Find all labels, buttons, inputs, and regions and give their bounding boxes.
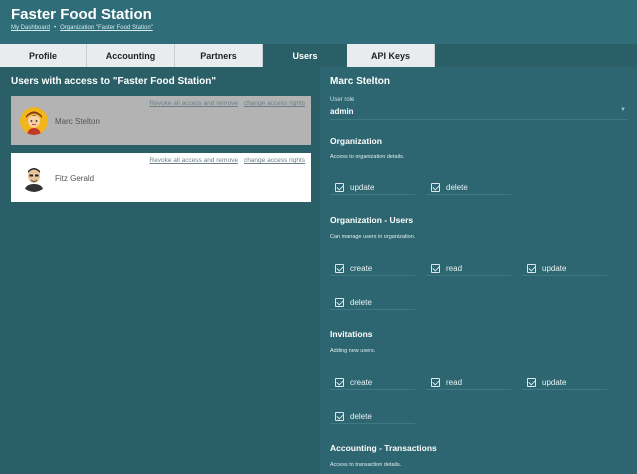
section-title: Organization bbox=[330, 136, 382, 146]
users-panel-heading: Users with access to "Faster Food Statio… bbox=[11, 76, 217, 87]
user-name: Fitz Gerald bbox=[55, 174, 95, 183]
permission-checkbox[interactable]: update bbox=[522, 375, 607, 390]
permission-checkbox[interactable]: create bbox=[330, 261, 415, 276]
permission-label: create bbox=[350, 263, 373, 273]
tab-users[interactable]: Users bbox=[263, 44, 347, 67]
checkbox-checked-icon bbox=[335, 377, 344, 387]
checkbox-checked-icon bbox=[335, 182, 344, 192]
permission-label: update bbox=[542, 263, 567, 273]
tab-bar: Profile Accounting Partners Users API Ke… bbox=[0, 44, 637, 67]
breadcrumb: My Dashboard • Organization "Faster Food S… bbox=[11, 25, 153, 31]
user-detail-panel: Marc Stelton User role admin ▼ Organizat… bbox=[320, 67, 637, 474]
permission-checkbox[interactable]: read bbox=[426, 261, 511, 276]
permission-checkbox[interactable]: delete bbox=[330, 295, 415, 310]
breadcrumb-dashboard-link[interactable]: My Dashboard bbox=[11, 25, 50, 31]
revoke-access-link[interactable]: Revoke all access and remove bbox=[149, 100, 238, 107]
section-title: Accounting - Transactions bbox=[330, 443, 437, 453]
user-card-links: Revoke all access and remove change acces… bbox=[143, 157, 305, 164]
section-title: Invitations bbox=[330, 329, 373, 339]
tab-profile[interactable]: Profile bbox=[0, 44, 87, 67]
section-description: Access to transaction details. bbox=[330, 462, 402, 468]
role-label: User role bbox=[330, 97, 355, 103]
revoke-access-link[interactable]: Revoke all access and remove bbox=[149, 157, 238, 164]
permission-label: delete bbox=[350, 411, 372, 421]
permission-label: read bbox=[446, 377, 463, 387]
section-description: Access to organization details. bbox=[330, 154, 405, 160]
breadcrumb-organization-link[interactable]: Organization "Faster Food Station" bbox=[60, 25, 153, 31]
role-value: admin bbox=[330, 107, 354, 116]
permission-label: update bbox=[350, 182, 375, 192]
permission-label: delete bbox=[350, 297, 372, 307]
checkbox-checked-icon bbox=[431, 182, 440, 192]
user-card-marc-stelton[interactable]: Revoke all access and remove change acces… bbox=[11, 96, 311, 145]
tab-accounting[interactable]: Accounting bbox=[87, 44, 175, 67]
checkbox-checked-icon bbox=[335, 297, 344, 307]
permission-label: read bbox=[446, 263, 463, 273]
app-header: Faster Food Station My Dashboard • Organiz… bbox=[0, 0, 637, 44]
users-panel: Users with access to "Faster Food Statio… bbox=[0, 67, 320, 474]
app-title: Faster Food Station bbox=[11, 6, 152, 23]
chevron-down-icon: ▼ bbox=[620, 107, 626, 113]
checkbox-checked-icon bbox=[527, 263, 536, 273]
checkbox-checked-icon bbox=[431, 263, 440, 273]
checkbox-checked-icon bbox=[527, 377, 536, 387]
permission-checkbox[interactable]: delete bbox=[426, 180, 511, 195]
change-access-rights-link[interactable]: change access rights bbox=[244, 157, 305, 164]
permission-label: create bbox=[350, 377, 373, 387]
detail-user-name: Marc Stelton bbox=[330, 76, 391, 87]
permission-label: delete bbox=[446, 182, 468, 192]
section-description: Adding new users. bbox=[330, 348, 376, 354]
tab-api-keys[interactable]: API Keys bbox=[347, 44, 435, 67]
user-card-links: Revoke all access and remove change acces… bbox=[143, 100, 305, 107]
checkbox-checked-icon bbox=[431, 377, 440, 387]
checkbox-checked-icon bbox=[335, 263, 344, 273]
change-access-rights-link[interactable]: change access rights bbox=[244, 100, 305, 107]
permission-checkbox[interactable]: update bbox=[330, 180, 415, 195]
role-select[interactable]: admin ▼ bbox=[330, 104, 628, 120]
permission-checkbox[interactable]: create bbox=[330, 375, 415, 390]
section-title: Organization - Users bbox=[330, 215, 414, 225]
permission-checkbox[interactable]: update bbox=[522, 261, 607, 276]
user-name: Marc Stelton bbox=[55, 117, 100, 126]
breadcrumb-separator: • bbox=[54, 25, 57, 31]
cartoon-avatar-icon bbox=[20, 107, 48, 135]
permission-label: update bbox=[542, 377, 567, 387]
person-avatar-icon bbox=[20, 164, 48, 192]
permission-checkbox[interactable]: read bbox=[426, 375, 511, 390]
user-card-fitz-gerald[interactable]: Revoke all access and remove change acces… bbox=[11, 153, 311, 202]
checkbox-checked-icon bbox=[335, 411, 344, 421]
permission-checkbox[interactable]: delete bbox=[330, 409, 415, 424]
tab-partners[interactable]: Partners bbox=[175, 44, 263, 67]
section-description: Can manage users in organization. bbox=[330, 234, 416, 240]
